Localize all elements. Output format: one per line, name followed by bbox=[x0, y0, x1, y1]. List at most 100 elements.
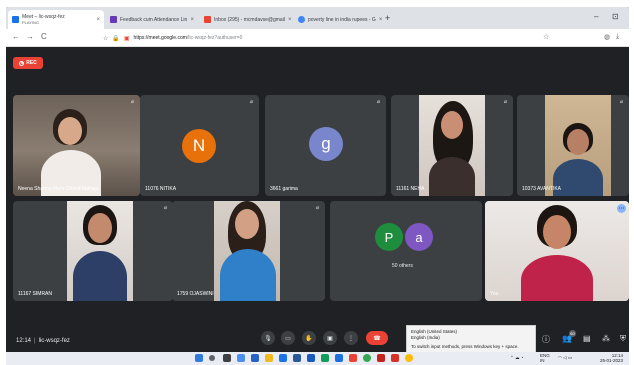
participant-name: You bbox=[490, 291, 499, 297]
participant-avatar: N bbox=[182, 129, 216, 163]
task-view-icon[interactable] bbox=[223, 354, 231, 362]
participant-name: 11161 NEHA bbox=[396, 186, 425, 192]
mic-off-icon: ⌀ bbox=[163, 204, 167, 211]
participant-avatar: a bbox=[405, 223, 433, 251]
edge-icon[interactable] bbox=[279, 354, 287, 362]
camera-button[interactable]: ▭ bbox=[281, 331, 295, 345]
participant-tile-neha[interactable]: ⌀ 11161 NEHA bbox=[391, 95, 513, 196]
raise-hand-button[interactable]: ✋ bbox=[302, 331, 316, 345]
close-tab-icon[interactable]: × bbox=[285, 17, 292, 23]
app-icon[interactable] bbox=[391, 354, 399, 362]
more-options-button[interactable]: ⋮ bbox=[344, 331, 358, 345]
hand-icon: ✋ bbox=[305, 335, 313, 342]
new-tab-button[interactable]: + bbox=[385, 13, 390, 23]
minimize-button[interactable]: – bbox=[594, 12, 598, 21]
zoom-icon[interactable] bbox=[335, 354, 343, 362]
more-options-icon[interactable]: ⋯ bbox=[617, 204, 626, 213]
extensions-icon[interactable]: ◍ bbox=[604, 33, 610, 41]
tab-meet[interactable]: Meet – lic-wsqz-fez PLAYING × bbox=[8, 10, 104, 29]
participant-name: 1759 OJASWINI bbox=[177, 291, 214, 297]
meeting-details-icon[interactable]: ⓘ bbox=[542, 334, 550, 345]
participant-tile-simran[interactable]: ⌀ 11167 SIMRAN bbox=[13, 201, 173, 301]
participant-video bbox=[214, 201, 280, 301]
forms-favicon-icon bbox=[110, 16, 117, 23]
reload-button[interactable]: C bbox=[41, 32, 47, 41]
sheets-icon[interactable] bbox=[321, 354, 329, 362]
participant-video bbox=[419, 95, 485, 196]
powerpoint-icon[interactable] bbox=[377, 354, 385, 362]
participant-avatar: g bbox=[309, 127, 343, 161]
address-bar: ← → C ☆ 🔒 ▣ https://meet.google.com /lic… bbox=[6, 29, 629, 47]
lock-icon[interactable]: 🔒 bbox=[112, 35, 119, 42]
activities-icon[interactable]: ⁂ bbox=[602, 334, 610, 343]
chrome-icon[interactable] bbox=[363, 354, 371, 362]
ime-hint: To switch input methods, press Windows k… bbox=[411, 344, 519, 349]
close-tab-icon[interactable]: × bbox=[376, 17, 382, 23]
participant-tile-you[interactable]: ⋯ You bbox=[485, 201, 629, 301]
store-icon[interactable] bbox=[293, 354, 301, 362]
recording-label: REC bbox=[26, 60, 37, 66]
url-host: https://meet.google.com bbox=[133, 35, 187, 41]
present-button[interactable]: ▣ bbox=[323, 331, 337, 345]
participant-name: Neena Sharma Mehr Chand Mahaja bbox=[18, 186, 99, 192]
participant-name: 3661 garima bbox=[270, 186, 298, 192]
present-icon: ▣ bbox=[327, 335, 333, 342]
google-favicon-icon bbox=[298, 16, 305, 23]
tab-inbox[interactable]: Inbox (295) - mcmdavse@gmail × bbox=[200, 10, 292, 29]
star-icon[interactable]: ☆ bbox=[543, 33, 549, 41]
meeting-info: 12:14 | lic-wsqz-fez bbox=[16, 338, 70, 344]
participant-name: 10373 AVANTIKA bbox=[522, 186, 562, 192]
tray-region: IN bbox=[540, 357, 545, 363]
chat-icon[interactable]: ▤ bbox=[583, 334, 591, 343]
mic-off-icon: ⌀ bbox=[315, 204, 319, 211]
file-explorer-icon[interactable] bbox=[265, 354, 273, 362]
camera-icon: ▭ bbox=[285, 335, 291, 342]
search-icon[interactable] bbox=[209, 355, 215, 361]
gmail-favicon-icon bbox=[204, 16, 211, 23]
participant-tile-garima[interactable]: g ⌀ 3661 garima bbox=[265, 95, 386, 196]
participant-tile-others[interactable]: P a 50 others bbox=[330, 201, 482, 301]
browser-tab-strip: Meet – lic-wsqz-fez PLAYING × Feedback c… bbox=[6, 7, 629, 29]
host-controls-icon[interactable]: ⛨ bbox=[620, 334, 626, 344]
tray-overflow-icon[interactable]: ⌃ ☁ ◔ bbox=[510, 355, 524, 361]
url-path: /lic-wsqz-fez?authuser=0 bbox=[186, 35, 243, 41]
tab-feedback[interactable]: Feedback cum Attendance Lin × bbox=[106, 10, 198, 29]
download-icon[interactable]: ⤓ bbox=[616, 33, 619, 41]
clock-date: 25-01-2023 bbox=[600, 357, 624, 363]
url-field[interactable]: ☆ 🔒 ▣ https://meet.google.com /lic-wsqz-… bbox=[103, 32, 563, 44]
participant-tile-ojaswini[interactable]: ⌀ 1759 OJASWINI bbox=[172, 201, 325, 301]
participant-tile-avantika[interactable]: ⌀ 10373 AVANTIKA bbox=[517, 95, 629, 196]
screen: Meet – lic-wsqz-fez PLAYING × Feedback c… bbox=[6, 7, 629, 360]
camera-indicator-icon[interactable]: ▣ bbox=[124, 35, 130, 42]
close-tab-icon[interactable]: × bbox=[187, 17, 194, 23]
participant-video bbox=[485, 201, 629, 301]
leave-call-button[interactable]: ☎ bbox=[366, 331, 388, 345]
mic-button[interactable]: 🎙 bbox=[261, 331, 275, 345]
participant-name: 11076 NITIKA bbox=[145, 186, 177, 192]
participant-video bbox=[545, 95, 611, 196]
maximize-button[interactable]: ⊡ bbox=[612, 12, 619, 21]
close-tab-icon[interactable]: × bbox=[93, 17, 100, 23]
tab-title: Feedback cum Attendance Lin bbox=[120, 16, 188, 23]
participant-avatar: P bbox=[375, 223, 403, 251]
app-icon[interactable] bbox=[405, 354, 413, 362]
start-icon[interactable] bbox=[195, 354, 203, 362]
wifi-volume-battery-icon[interactable]: ◠ ◁ ▭ bbox=[558, 355, 572, 361]
chat-app-icon[interactable] bbox=[251, 354, 259, 362]
clock[interactable]: 12:14 25-01-2023 bbox=[600, 353, 624, 363]
word-icon[interactable] bbox=[307, 354, 315, 362]
others-count: 50 others bbox=[392, 263, 413, 269]
participant-tile-nitika[interactable]: N ⌀ 11076 NITIKA bbox=[140, 95, 259, 196]
recording-badge: REC bbox=[13, 57, 43, 69]
mic-off-icon: ⌀ bbox=[249, 98, 253, 105]
widgets-icon[interactable] bbox=[237, 354, 245, 362]
more-vert-icon: ⋮ bbox=[348, 335, 354, 342]
back-button[interactable]: ← bbox=[12, 32, 20, 41]
participant-tile-neena[interactable]: ⌀ Neena Sharma Mehr Chand Mahaja bbox=[13, 95, 140, 196]
people-icon[interactable]: 👥 60 bbox=[562, 330, 576, 343]
language-indicator[interactable]: ENG IN bbox=[540, 353, 550, 363]
mic-off-icon: ⌀ bbox=[130, 98, 134, 105]
app-icon[interactable] bbox=[349, 354, 357, 362]
tab-search[interactable]: poverty line in india rupees - G × bbox=[294, 10, 382, 29]
forward-button[interactable]: → bbox=[26, 32, 34, 41]
